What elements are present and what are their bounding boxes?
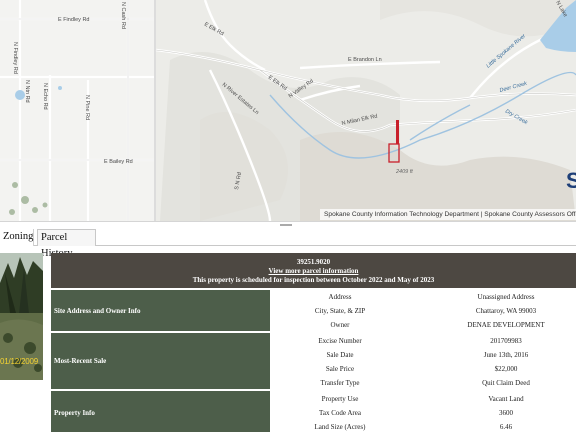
parcel-header: 39251.9020 View more parcel information …	[51, 253, 576, 288]
road-label-n-ntn: N Ntn Rd	[24, 80, 30, 103]
photo-date-stamp: 01/12/2009	[0, 357, 39, 366]
road-label-n-echo: N Echo Rd	[42, 83, 48, 110]
road-label-n-pine: N Pine Rd	[84, 95, 90, 120]
table-row: Owner DENAE DEVELOPMENT	[270, 318, 576, 332]
info-tabs: Zoning Parcel History	[0, 228, 576, 259]
field-value: Chattaroy, WA 99003	[475, 307, 537, 315]
table-row: City, State, & ZIP Chattaroy, WA 99003	[270, 304, 576, 318]
table-row: Excise Number 201709983	[270, 334, 576, 348]
section-property-info: Property Info	[51, 391, 270, 432]
table-row: Address Unassigned Address	[270, 290, 576, 304]
field-label: Transfer Type	[320, 379, 360, 387]
field-label: Tax Code Area	[319, 409, 361, 417]
field-value: DENAE DEVELOPMENT	[467, 321, 545, 329]
splitter-grip-icon[interactable]	[280, 224, 292, 226]
field-value: $22,000	[494, 365, 518, 373]
map-canvas[interactable]: E Findley Rd E Bailey Rd N Findley Rd N …	[0, 0, 576, 221]
field-value: 6.46	[499, 423, 513, 431]
table-row: Sale Price $22,000	[270, 362, 576, 376]
field-label: Property Use	[321, 395, 359, 403]
section-most-recent-sale: Most-Recent Sale	[51, 333, 270, 389]
pond-shape	[15, 90, 25, 100]
map-view[interactable]: E Findley Rd E Bailey Rd N Findley Rd N …	[0, 0, 576, 221]
field-value: June 13th, 2016	[483, 351, 529, 359]
table-row: Transfer Type Quit Claim Deed	[270, 376, 576, 390]
parcel-number: 39251.9020	[296, 258, 331, 266]
field-value: 201709983	[490, 337, 522, 345]
field-label: Owner	[330, 321, 350, 329]
road-label-n-findley: N Findley Rd	[12, 42, 18, 74]
parcel-highlight	[396, 120, 399, 144]
field-value: Unassigned Address	[477, 293, 535, 301]
field-label: Sale Date	[326, 351, 354, 359]
road-label-e-findley: E Findley Rd	[58, 17, 90, 23]
tab-parcel-history[interactable]: Parcel History	[37, 229, 96, 259]
pane-splitter[interactable]	[0, 221, 576, 228]
section-site-address: Site Address and Owner Info	[51, 290, 270, 331]
field-label: Address	[328, 293, 352, 301]
road-label-n-cash: N Cash Rd	[120, 2, 126, 29]
table-row: Sale Date June 13th, 2016	[270, 348, 576, 362]
field-value: 3600	[499, 409, 513, 417]
parcel-info-panel: 39251.9020 View more parcel information …	[51, 253, 576, 432]
map-attribution: Spokane County Information Technology De…	[320, 209, 576, 220]
field-label: Excise Number	[318, 337, 362, 345]
county-logo: S	[566, 168, 576, 193]
table-row: Tax Code Area 3600	[270, 406, 576, 420]
view-more-parcel-link[interactable]: View more parcel information	[51, 267, 576, 276]
elevation-label: 2409 ft	[395, 169, 413, 175]
field-label: Sale Price	[325, 365, 355, 373]
table-row: Property Use Vacant Land	[270, 392, 576, 406]
field-label: City, State, & ZIP	[314, 307, 366, 315]
field-value: Vacant Land	[488, 395, 524, 403]
field-value: Quit Claim Deed	[482, 379, 530, 387]
road-label-e-bailey: E Bailey Rd	[104, 159, 133, 165]
inspection-notice: This property is scheduled for inspectio…	[192, 276, 435, 284]
table-row: Land Size (Acres) 6.46	[270, 420, 576, 432]
road-label-e-brandon: E Brandon Ln	[348, 57, 382, 63]
tab-zoning[interactable]: Zoning	[0, 229, 34, 246]
field-label: Land Size (Acres)	[314, 423, 366, 431]
